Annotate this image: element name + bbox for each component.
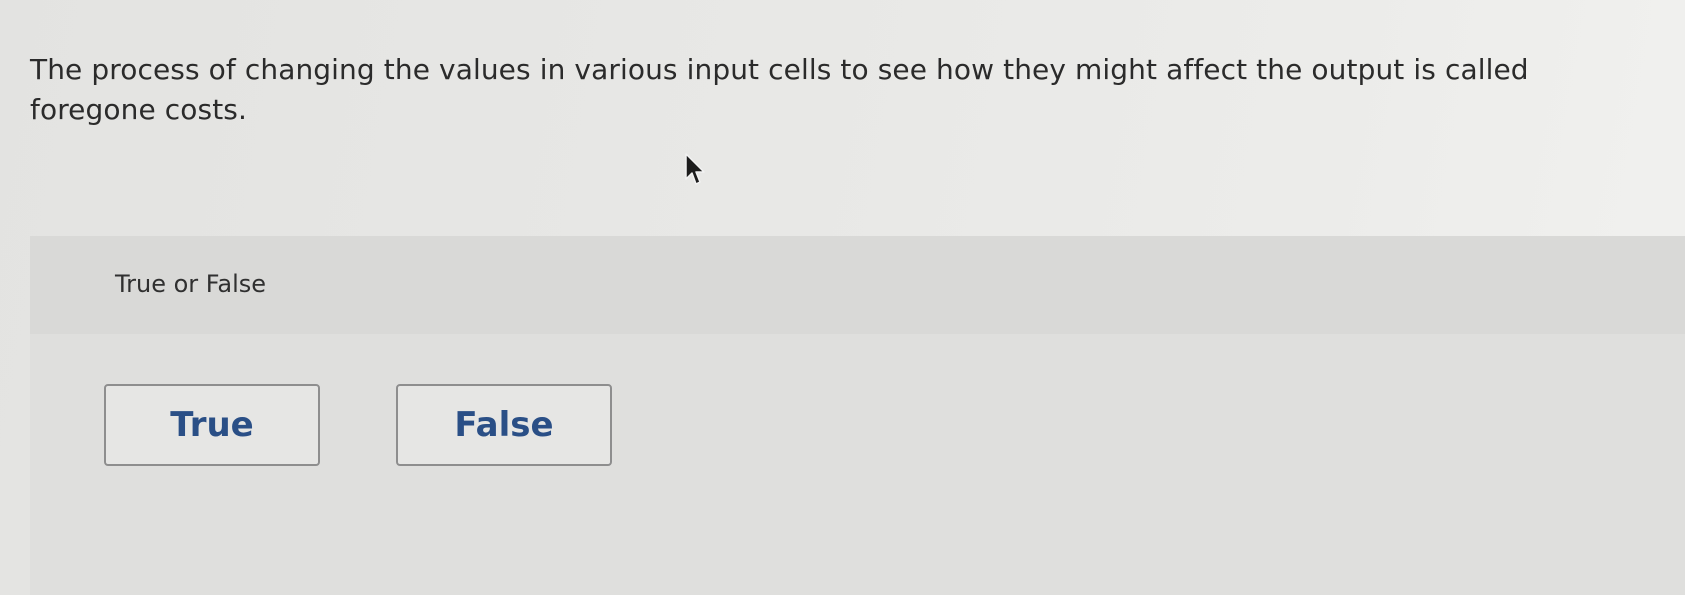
answer-panel: True or False True False (30, 236, 1685, 595)
question-text: The process of changing the values in va… (30, 53, 1529, 126)
true-button[interactable]: True (104, 384, 320, 466)
mouse-pointer-icon (685, 153, 705, 185)
answer-options: True False (104, 384, 612, 466)
false-button[interactable]: False (396, 384, 612, 466)
answer-header: True or False (30, 236, 1685, 334)
question-type-label: True or False (115, 270, 267, 298)
